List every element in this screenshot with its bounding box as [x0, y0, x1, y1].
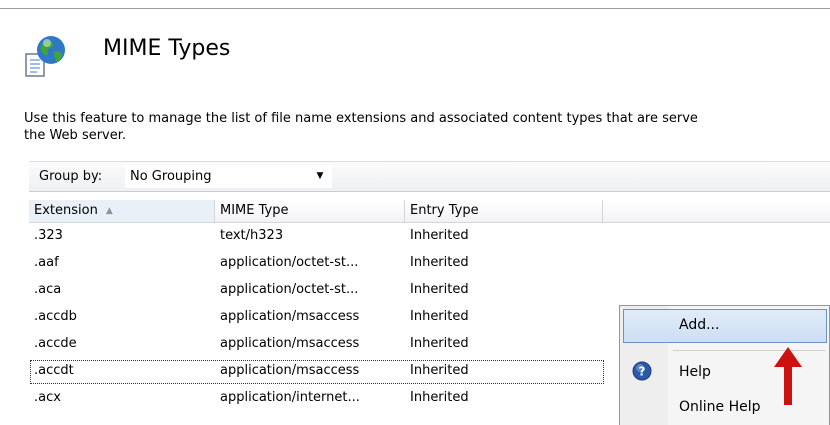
group-by-label: Group by:: [39, 169, 103, 184]
cell-extension: .accdb: [34, 309, 77, 324]
table-row[interactable]: .aca application/octet-st... Inherited: [29, 277, 830, 304]
column-header-extension-label: Extension: [34, 203, 98, 218]
cell-mime-type: application/internet...: [220, 390, 360, 405]
cell-entry-type: Inherited: [410, 255, 469, 270]
column-header-mime-type[interactable]: MIME Type: [215, 200, 405, 222]
mime-types-page: MIME Types Use this feature to manage th…: [0, 0, 830, 425]
cell-entry-type: Inherited: [410, 363, 469, 378]
cell-extension: .aca: [34, 282, 62, 297]
cell-extension: .acx: [34, 390, 61, 405]
cell-extension: .accde: [34, 336, 77, 351]
menu-item-add[interactable]: Add...: [623, 309, 827, 343]
cell-entry-type: Inherited: [410, 336, 469, 351]
group-by-bar: Group by: No Grouping ▼: [29, 161, 830, 192]
cell-mime-type: application/msaccess: [220, 336, 360, 351]
column-header-entry-type[interactable]: Entry Type: [405, 200, 603, 222]
cell-mime-type: application/msaccess: [220, 363, 360, 378]
table-row[interactable]: .aaf application/octet-st... Inherited: [29, 250, 830, 277]
column-header-filler: [603, 200, 830, 222]
table-row[interactable]: .323 text/h323 Inherited: [29, 223, 830, 250]
cell-entry-type: Inherited: [410, 309, 469, 324]
help-icon: ?: [632, 361, 652, 381]
menu-item-help-label: Help: [679, 364, 711, 380]
cell-extension: .aaf: [34, 255, 59, 270]
cell-entry-type: Inherited: [410, 390, 469, 405]
cell-entry-type: Inherited: [410, 282, 469, 297]
svg-text:?: ?: [639, 365, 646, 379]
group-by-dropdown[interactable]: No Grouping ▼: [125, 165, 332, 188]
sort-ascending-icon: ▲: [105, 206, 113, 216]
chevron-down-icon[interactable]: ▼: [313, 169, 327, 183]
cell-extension: .323: [34, 228, 63, 243]
description-line-1: Use this feature to manage the list of f…: [24, 111, 698, 126]
page-title: MIME Types: [103, 36, 231, 61]
cell-mime-type: application/octet-st...: [220, 282, 359, 297]
red-arrow-annotation: [774, 347, 802, 405]
globe-document-icon: [25, 36, 65, 77]
table-header: Extension ▲ MIME Type Entry Type: [29, 200, 830, 223]
cell-mime-type: text/h323: [220, 228, 284, 243]
column-header-extension[interactable]: Extension ▲: [29, 200, 215, 222]
cell-mime-type: application/octet-st...: [220, 255, 359, 270]
cell-mime-type: application/msaccess: [220, 309, 360, 324]
menu-item-add-label: Add...: [679, 317, 720, 333]
description-line-2: the Web server.: [24, 128, 127, 143]
top-divider: [0, 8, 830, 9]
menu-item-online-help-label: Online Help: [679, 399, 761, 415]
feature-description: Use this feature to manage the list of f…: [24, 110, 830, 144]
cell-entry-type: Inherited: [410, 228, 469, 243]
group-by-value: No Grouping: [130, 169, 212, 184]
cell-extension: .accdt: [34, 363, 74, 378]
